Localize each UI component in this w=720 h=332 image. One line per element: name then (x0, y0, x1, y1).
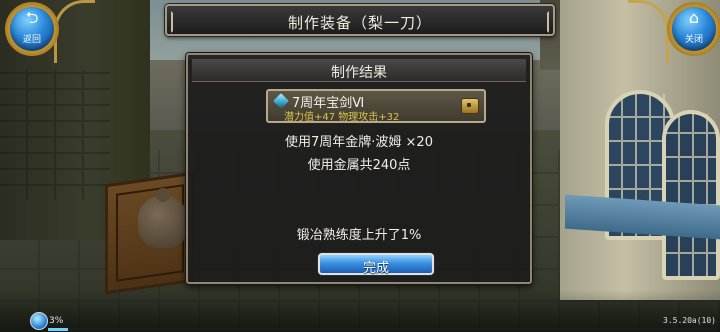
metal-used-text: 使用金属共240点 (307, 158, 411, 173)
home-icon: ⌂ (688, 8, 700, 27)
globe-icon (30, 312, 48, 330)
bottom-shadow (0, 290, 720, 332)
dialog-header: 制作结果 (192, 59, 526, 82)
craft-result-dialog: 制作结果 7周年宝剑Ⅵ 潜力值+47 物理攻击+32 使用7周年金牌·波姆 ×2… (186, 53, 532, 284)
progress-bar (48, 328, 718, 331)
sword-gem-icon (273, 93, 289, 109)
page-title: 制作装备（梨一刀） (287, 14, 432, 32)
arched-window-2 (662, 110, 720, 280)
return-arrow-icon: ⮌ (25, 8, 39, 27)
dialog-title: 制作结果 (331, 65, 387, 81)
crafted-item-card[interactable]: 7周年宝剑Ⅵ 潜力值+47 物理攻击+32 (266, 89, 486, 123)
progress-bar-fill (48, 328, 68, 331)
version-text: 3.5.20a(10) (663, 316, 716, 325)
complete-button[interactable]: 完成 (318, 253, 434, 276)
proficiency-text: 锻冶熟练度上升了1% (296, 228, 422, 243)
treasure-chest-icon[interactable] (461, 98, 479, 114)
progress-percent: 3% (49, 316, 64, 326)
back-button-label: 返回 (22, 35, 41, 45)
money-sack (138, 196, 188, 248)
back-button[interactable]: ⮌ 返回 (5, 2, 59, 56)
close-button-label: 关闭 (684, 35, 703, 45)
money-sack-knot (156, 188, 170, 202)
left-stone-wall (0, 70, 110, 200)
item-stats: 潜力值+47 物理攻击+32 (284, 112, 400, 123)
title-bar: 制作装备（梨一刀） (165, 4, 555, 36)
complete-button-label: 完成 (362, 261, 389, 276)
material-used-text: 使用7周年金牌·波姆 ×20 (285, 135, 433, 150)
close-button[interactable]: ⌂ 关闭 (667, 2, 720, 56)
